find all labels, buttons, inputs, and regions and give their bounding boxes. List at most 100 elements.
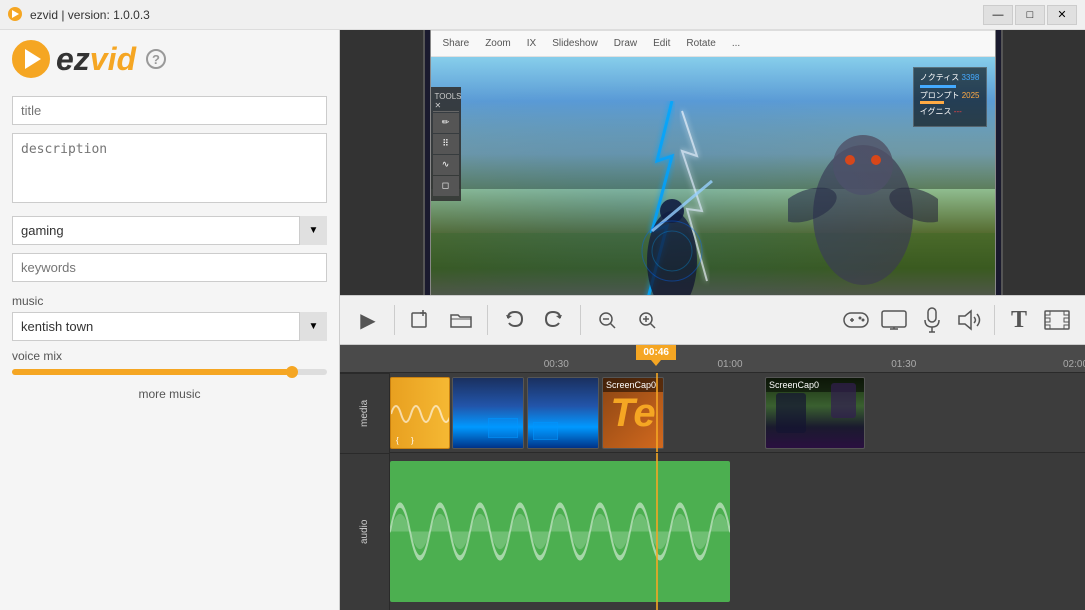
clip-text[interactable]: ScreenCap0 Te [602, 377, 664, 449]
undo-icon [504, 310, 524, 330]
clip-intro[interactable]: { } [390, 377, 450, 449]
music-label: music [12, 294, 327, 308]
zoom-out-button[interactable] [589, 302, 625, 338]
help-icon[interactable]: ? [146, 49, 166, 69]
rotate-button[interactable]: Rotate [682, 36, 719, 51]
music-select[interactable]: kentish town other track 1 other track 2 [12, 312, 327, 341]
timeline-ruler: 00:30 01:00 01:30 02:00 00:46 [340, 345, 1085, 373]
logo-icon [12, 40, 50, 78]
time-mark-030: 00:30 [544, 359, 569, 370]
photos-secondary-toolbar: Share Zoom IX Slideshow Draw Edit Rotate… [431, 31, 995, 57]
media-track: { } ScreenCap0 [390, 373, 1085, 453]
undo-button[interactable] [496, 302, 532, 338]
clip-screencap-0[interactable]: ScreenCap0 [452, 377, 524, 449]
photos-content: ノクティス 3398 プロンプト 2025 イグニス --- TOOLS ✕ ✏… [431, 57, 995, 296]
category-select[interactable]: gaming education entertainment news scie… [12, 216, 327, 245]
window-controls: — □ ✕ [983, 5, 1077, 25]
voice-mix-label: voice mix [12, 349, 327, 363]
timeline-tracks: media audio { [340, 373, 1085, 610]
share-button[interactable]: Share [439, 36, 474, 51]
clip-text-letter: Te [610, 391, 655, 436]
zoom-out-icon [597, 310, 617, 330]
slider-fill [12, 369, 289, 375]
playhead-line-audio [656, 453, 658, 610]
curve-tool[interactable]: ∿ [433, 155, 459, 175]
playhead[interactable]: 00:46 [636, 345, 676, 360]
voice-mix-slider-track[interactable] [12, 369, 327, 375]
gamepad-button[interactable] [838, 302, 874, 338]
hp-bar2 [920, 101, 944, 104]
slideshow-button[interactable]: Slideshow [548, 36, 602, 51]
separator-1 [394, 305, 395, 335]
description-input[interactable] [12, 133, 327, 203]
redo-button[interactable] [536, 302, 572, 338]
logo-vid: vid [90, 41, 136, 77]
left-panel-content: gaming education entertainment news scie… [0, 86, 339, 610]
logo-text: ezvid [56, 41, 136, 78]
tools-label: TOOLS ✕ [433, 91, 459, 112]
toolbar-right: T [838, 302, 1075, 338]
microphone-button[interactable] [914, 302, 950, 338]
clip-0-bg [453, 378, 523, 448]
zoom-button[interactable]: Zoom [481, 36, 515, 51]
add-media-button[interactable] [403, 302, 439, 338]
text-button[interactable]: T [1001, 302, 1037, 338]
slider-thumb [286, 366, 298, 378]
draw-button[interactable]: Draw [610, 36, 641, 51]
main-layout: ezvid ? gaming education entertainment n… [0, 30, 1085, 610]
hp-bar [920, 85, 956, 88]
audio-clip-main[interactable] [390, 461, 730, 602]
maximize-button[interactable]: □ [1015, 5, 1045, 25]
app-icon [8, 7, 24, 23]
mic-icon [923, 307, 941, 333]
right-section: ← View all photos final_fantasy_15_5.jpg… [340, 30, 1085, 610]
screen-capture-button[interactable] [876, 302, 912, 338]
film-icon [1044, 310, 1070, 330]
tools-panel: TOOLS ✕ ✏ ⠿ ∿ ◻ [431, 87, 461, 201]
clip-0-win [488, 418, 518, 438]
audio-waveform [390, 461, 730, 602]
clip-game[interactable]: ScreenCap0 [765, 377, 865, 449]
zoom-in-button[interactable] [629, 302, 665, 338]
more-music-button[interactable]: more music [12, 383, 327, 405]
title-input[interactable] [12, 96, 327, 125]
pencil-tool[interactable]: ✏ [433, 113, 459, 133]
speaker-icon [957, 309, 983, 331]
waveform-svg: { } [391, 378, 450, 449]
category-select-wrapper: gaming education entertainment news scie… [12, 216, 327, 245]
stat-3: イグニス --- [920, 106, 980, 117]
edit-button[interactable]: Edit [649, 36, 674, 51]
zoom-in-icon [637, 310, 657, 330]
clip-2-label: ScreenCap0 [603, 378, 663, 392]
preview-window: ← View all photos final_fantasy_15_5.jpg… [423, 30, 1003, 295]
keywords-input[interactable] [12, 253, 327, 282]
title-bar: ezvid | version: 1.0.0.3 — □ ✕ [0, 0, 1085, 30]
time-mark-100: 01:00 [718, 359, 743, 370]
film-button[interactable] [1039, 302, 1075, 338]
ix-button[interactable]: IX [523, 36, 540, 51]
mini-char [776, 393, 806, 433]
music-select-wrapper: kentish town other track 1 other track 2… [12, 312, 327, 341]
stats-overlay: ノクティス 3398 プロンプト 2025 イグニス --- [913, 67, 987, 127]
svg-text:}: } [411, 436, 414, 445]
close-button[interactable]: ✕ [1047, 5, 1077, 25]
more-button[interactable]: ... [728, 36, 744, 51]
window-title: ezvid | version: 1.0.0.3 [30, 8, 983, 22]
minimize-button[interactable]: — [983, 5, 1013, 25]
folder-icon [450, 311, 472, 329]
separator-4 [994, 305, 995, 335]
audio-track [390, 453, 1085, 610]
tracks-content: { } ScreenCap0 [390, 373, 1085, 610]
logo-ez: ez [56, 41, 90, 77]
audio-button[interactable] [952, 302, 988, 338]
logo-area: ezvid ? [0, 30, 339, 86]
clip-screencap-1[interactable]: ScreenCap0 [527, 377, 599, 449]
play-button[interactable]: ▶ [350, 302, 386, 338]
eraser-tool[interactable]: ◻ [433, 176, 459, 196]
separator-2 [487, 305, 488, 335]
open-folder-button[interactable] [443, 302, 479, 338]
timeline-area: 00:30 01:00 01:30 02:00 00:46 media [340, 345, 1085, 610]
track-labels: media audio [340, 373, 390, 610]
brush-tool[interactable]: ⠿ [433, 134, 459, 154]
left-panel: ezvid ? gaming education entertainment n… [0, 30, 340, 610]
